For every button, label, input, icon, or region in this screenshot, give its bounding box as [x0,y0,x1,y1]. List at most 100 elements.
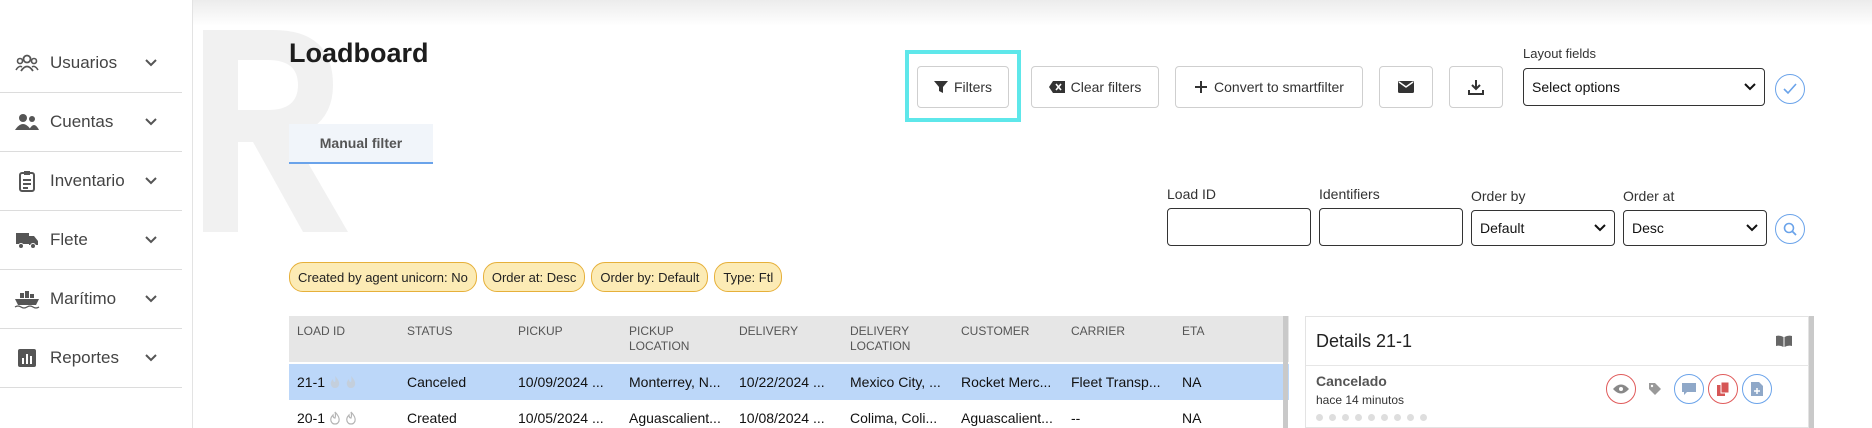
clear-filters-button[interactable]: Clear filters [1031,66,1159,108]
copy-button[interactable] [1708,374,1738,404]
table-row-selected[interactable]: 21-1 Canceled 10/09/2024 ... Monterrey, … [289,364,1289,400]
sidebar: Usuarios Cuentas Inventario Flete Maríti… [0,0,193,428]
identifiers-label: Identifiers [1319,186,1380,202]
layout-fields-select[interactable]: Select options [1523,68,1765,106]
col-pickup-location[interactable]: PICKUP LOCATION [629,324,689,354]
top-shadow [193,0,1872,26]
table-row[interactable]: 20-1 Created 10/05/2024 ... Aguascalient… [289,400,1289,428]
order-by-label: Order by [1471,188,1526,204]
header-line: PICKUP [629,324,674,338]
sidebar-item-flete[interactable]: Flete [0,211,182,270]
load-id-input[interactable] [1167,208,1311,246]
order-at-value: Desc [1632,220,1664,236]
filter-chip[interactable]: Type: Ftl [714,262,783,292]
tag-button[interactable] [1640,374,1670,404]
details-divider [1306,365,1810,366]
col-eta[interactable]: ETA [1182,324,1204,339]
cell-customer: Aguascalient... [961,410,1053,426]
email-button[interactable] [1379,66,1433,108]
progress-dot [1407,414,1414,421]
cell-delivery: 10/08/2024 ... [739,410,825,426]
cell-load-id: 21-1 [297,374,357,392]
convert-label: Convert to smartfilter [1214,79,1344,95]
search-button[interactable] [1775,214,1805,244]
sidebar-item-label: Inventario [50,171,125,190]
sidebar-item-maritimo[interactable]: Marítimo [0,270,182,329]
cell-carrier: Fleet Transp... [1071,374,1161,390]
plus-icon [1194,80,1208,94]
sidebar-item-usuarios[interactable]: Usuarios [0,34,182,93]
filters-label: Filters [953,79,993,95]
cell-pickup-location: Aguascalient... [629,410,721,426]
load-id-label: Load ID [1167,186,1217,202]
flame-icon [329,375,341,392]
chevron-down-icon [144,115,158,129]
col-pickup[interactable]: PICKUP [518,324,563,339]
copy-icon [1716,382,1730,396]
col-delivery[interactable]: DELIVERY [739,324,798,339]
filter-chip[interactable]: Order at: Desc [482,262,586,292]
sidebar-item-cuentas[interactable]: Cuentas [0,93,182,152]
header-line: DELIVERY [850,324,910,338]
col-delivery-location[interactable]: DELIVERY LOCATION [850,324,910,354]
sidebar-item-label: Reportes [50,348,119,367]
col-load-id[interactable]: LOAD ID [297,324,345,339]
flame-icon [329,411,341,428]
load-id-text: 21-1 [297,374,326,390]
download-icon [1468,79,1484,95]
backspace-icon [1048,81,1065,93]
cell-pickup-location: Monterrey, N... [629,374,721,390]
table-scrollbar[interactable] [1283,316,1288,428]
order-by-select[interactable]: Default [1471,210,1615,246]
download-button[interactable] [1449,66,1503,108]
identifiers-input[interactable] [1319,208,1463,246]
col-status[interactable]: STATUS [407,324,453,339]
check-icon [1783,83,1797,95]
book-icon[interactable] [1776,335,1792,347]
apply-layout-button[interactable] [1775,74,1805,104]
col-carrier[interactable]: CARRIER [1071,324,1125,339]
comment-button[interactable] [1674,374,1704,404]
clipboard-icon [14,170,40,192]
details-status: Cancelado [1316,373,1387,389]
progress-dot [1355,414,1362,421]
cell-customer: Rocket Merc... [961,374,1052,390]
page-title: Loadboard [289,38,429,68]
details-panel: Details 21-1 Cancelado hace 14 minutos [1305,316,1810,428]
details-title: Details 21-1 [1316,331,1413,351]
add-document-icon [1751,382,1763,396]
main-content: Loadboard Filters Clear filters Convert … [193,0,1872,428]
add-document-button[interactable] [1742,374,1772,404]
sidebar-item-label: Flete [50,230,88,249]
layout-select-value: Select options [1532,79,1620,95]
chevron-down-icon [1744,83,1756,91]
layout-fields-label: Layout fields [1523,46,1596,61]
cell-pickup: 10/05/2024 ... [518,410,604,426]
col-customer[interactable]: CUSTOMER [961,324,1029,339]
table-header: LOAD ID STATUS PICKUP PICKUP LOCATION DE… [289,316,1289,362]
order-at-label: Order at [1623,188,1675,204]
details-scrollbar[interactable] [1809,316,1814,428]
chevron-down-icon [144,351,158,365]
sidebar-item-reportes[interactable]: Reportes [0,329,182,388]
filter-chip[interactable]: Order by: Default [591,262,709,292]
cell-load-id: 20-1 [297,410,357,428]
chevron-down-icon [1746,224,1758,232]
truck-icon [14,229,40,251]
filters-button[interactable]: Filters [917,66,1009,108]
order-at-select[interactable]: Desc [1623,210,1767,246]
tab-manual-filter[interactable]: Manual filter [289,124,433,164]
sidebar-item-inventario[interactable]: Inventario [0,152,182,211]
envelope-icon [1398,81,1414,93]
comment-icon [1682,382,1696,396]
progress-dot [1368,414,1375,421]
progress-dot [1381,414,1388,421]
sidebar-item-label: Cuentas [50,112,114,131]
report-chart-icon [14,347,40,369]
progress-dot [1394,414,1401,421]
filter-chip[interactable]: Created by agent unicorn: No [289,262,477,292]
header-line: LOCATION [629,339,690,353]
view-button[interactable] [1606,374,1636,404]
tag-icon [1648,382,1662,396]
convert-to-smartfilter-button[interactable]: Convert to smartfilter [1175,66,1363,108]
